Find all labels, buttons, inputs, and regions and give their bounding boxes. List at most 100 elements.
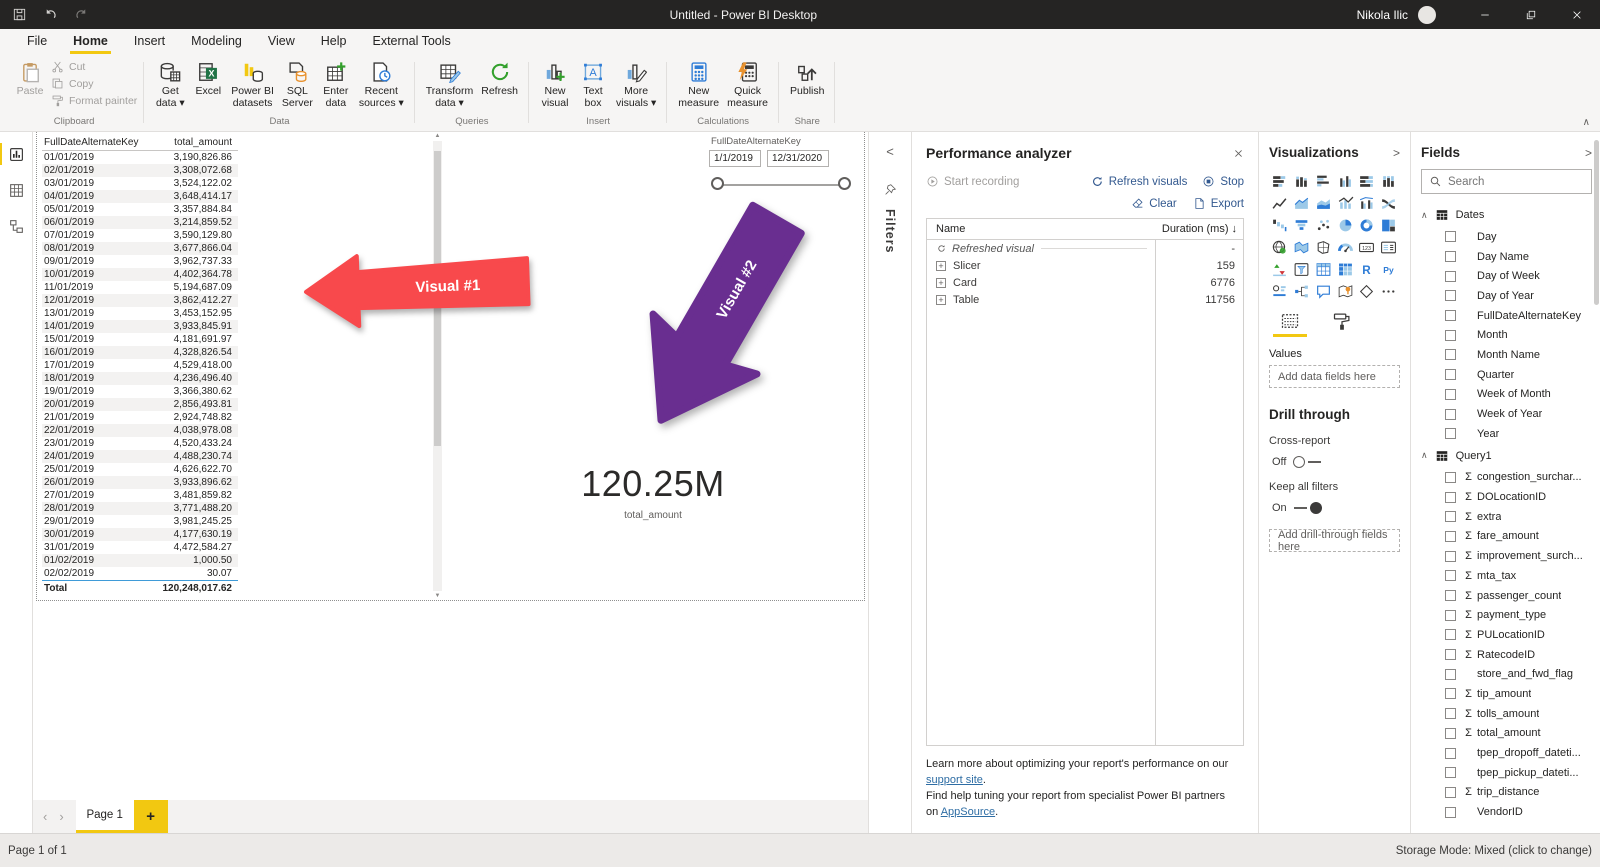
search-input[interactable] <box>1448 175 1584 188</box>
slicer-range-slider[interactable] <box>709 176 851 196</box>
field-checkbox[interactable] <box>1445 428 1456 440</box>
collapse-icon[interactable]: ∧ <box>1421 210 1428 221</box>
field-checkbox[interactable] <box>1445 290 1456 302</box>
restore-button[interactable] <box>1508 0 1554 29</box>
field-checkbox[interactable] <box>1445 251 1456 263</box>
field-table-dates[interactable]: ∧ Dates <box>1421 203 1592 227</box>
field-vendorid[interactable]: VendorID <box>1421 802 1592 822</box>
minimize-button[interactable] <box>1462 0 1508 29</box>
field-day-name[interactable]: Day Name <box>1421 247 1592 267</box>
table-col-amount[interactable]: total_amount <box>146 136 234 150</box>
tab-format[interactable] <box>1325 310 1359 337</box>
ribbon-button-enter-data[interactable]: Enter data <box>317 57 355 110</box>
ribbon-button-new-measure[interactable]: New measure <box>674 57 723 110</box>
field-pulocationid[interactable]: Σ PULocationID <box>1421 625 1592 645</box>
field-checkbox[interactable] <box>1445 388 1456 400</box>
refresh-visuals-button[interactable]: Refresh visuals <box>1091 175 1187 188</box>
field-checkbox[interactable] <box>1445 747 1456 759</box>
field-month[interactable]: Month <box>1421 325 1592 345</box>
ribbon-button-refresh[interactable]: Refresh <box>477 57 522 98</box>
field-checkbox[interactable] <box>1445 471 1456 483</box>
ribbon-button-power-bi-datasets[interactable]: Power BI datasets <box>227 57 278 110</box>
scroll-up-icon[interactable]: ▲ <box>433 133 442 139</box>
field-day-of-year[interactable]: Day of Year <box>1421 286 1592 306</box>
decomposition-tree-icon[interactable] <box>1291 281 1312 301</box>
ribbon-button-excel[interactable]: X Excel <box>189 57 227 98</box>
field-extra[interactable]: Σextra <box>1421 507 1592 527</box>
collapse-fields-icon[interactable]: > <box>1585 146 1592 160</box>
field-tpep-dropoff-dateti[interactable]: tpep_dropoff_dateti... <box>1421 743 1592 763</box>
start-recording-button[interactable]: Start recording <box>926 175 1019 188</box>
field-fare-amount[interactable]: Σfare_amount <box>1421 527 1592 547</box>
field-checkbox[interactable] <box>1445 649 1456 661</box>
field-ratecodeid[interactable]: Σ RatecodeID <box>1421 645 1592 665</box>
data-view-button[interactable] <box>0 176 32 204</box>
signed-in-user[interactable]: Nikola Ilic <box>1357 8 1408 22</box>
field-checkbox[interactable] <box>1445 310 1456 322</box>
prev-page-icon[interactable]: ‹ <box>43 809 47 824</box>
field-checkbox[interactable] <box>1445 590 1456 602</box>
field-checkbox[interactable] <box>1445 708 1456 720</box>
python-visual-icon[interactable]: Py <box>1378 259 1399 279</box>
field-checkbox[interactable] <box>1445 570 1456 582</box>
table-col-date[interactable]: FullDateAlternateKey <box>42 136 146 150</box>
table-scrollbar[interactable]: ▲ ▼ <box>433 133 442 599</box>
field-week-of-month[interactable]: Week of Month <box>1421 385 1592 405</box>
ribbon-button-more-visuals[interactable]: More visuals ▾ <box>612 57 660 110</box>
field-day[interactable]: Day <box>1421 227 1592 247</box>
export-button[interactable]: Export <box>1193 197 1244 210</box>
slicer-visual[interactable]: FullDateAlternateKey <box>709 136 851 196</box>
slider-handle-start[interactable] <box>711 177 724 190</box>
ribbon-collapse-icon[interactable]: ∧ <box>1583 117 1590 128</box>
ribbon-chart-icon[interactable] <box>1378 193 1399 213</box>
stop-button[interactable]: Stop <box>1202 175 1244 188</box>
multi-row-card-icon[interactable] <box>1378 237 1399 257</box>
field-checkbox[interactable] <box>1445 408 1456 420</box>
field-year[interactable]: Year <box>1421 424 1592 444</box>
gauge-icon[interactable] <box>1335 237 1356 257</box>
slicer-icon[interactable] <box>1291 259 1312 279</box>
filters-pin-icon[interactable] <box>883 183 897 197</box>
field-payment-type[interactable]: Σpayment_type <box>1421 605 1592 625</box>
scroll-down-icon[interactable]: ▼ <box>433 593 442 599</box>
card-visual[interactable]: 120.25M total_amount <box>553 463 753 521</box>
ribbon-button-paste[interactable]: Paste <box>11 57 49 98</box>
menu-item-help[interactable]: Help <box>308 29 360 54</box>
field-day-of-week[interactable]: Day of Week <box>1421 266 1592 286</box>
expand-filters-icon[interactable]: < <box>886 144 894 159</box>
perf-row-card[interactable]: + Card 6776 <box>927 274 1243 291</box>
more-visuals-icon[interactable] <box>1378 281 1399 301</box>
field-fulldatealternatekey[interactable]: FullDateAlternateKey <box>1421 306 1592 326</box>
appsource-link[interactable]: AppSource <box>941 806 995 818</box>
field-month-name[interactable]: Month Name <box>1421 345 1592 365</box>
treemap-icon[interactable] <box>1378 215 1399 235</box>
map-icon[interactable] <box>1269 237 1290 257</box>
ribbon-button-text-box[interactable]: A Text box <box>574 57 612 110</box>
ribbon-button-get-data[interactable]: Get data ▾ <box>151 57 189 110</box>
ribbon-button-new-visual[interactable]: New visual <box>536 57 574 110</box>
new-page-button[interactable]: + <box>133 800 168 833</box>
field-checkbox[interactable] <box>1445 668 1456 680</box>
purple-arrow-shape[interactable]: Visual #2 <box>630 198 810 458</box>
scatter-chart-icon[interactable] <box>1313 215 1334 235</box>
field-passenger-count[interactable]: Σpassenger_count <box>1421 586 1592 606</box>
field-checkbox[interactable] <box>1445 727 1456 739</box>
save-icon[interactable] <box>12 7 27 22</box>
ribbon-button-quick-measure[interactable]: Quick measure <box>723 57 772 110</box>
tab-fields[interactable] <box>1273 310 1307 337</box>
keep-all-filters-toggle[interactable]: On <box>1269 502 1400 514</box>
field-checkbox[interactable] <box>1445 491 1456 503</box>
next-page-icon[interactable]: › <box>59 809 63 824</box>
shape-map-icon[interactable] <box>1313 237 1334 257</box>
menu-item-file[interactable]: File <box>14 29 60 54</box>
r-script-visual-icon[interactable]: R <box>1356 259 1377 279</box>
close-button[interactable] <box>1554 0 1600 29</box>
field-checkbox[interactable] <box>1445 511 1456 523</box>
pie-chart-icon[interactable] <box>1335 215 1356 235</box>
field-checkbox[interactable] <box>1445 349 1456 361</box>
field-tip-amount[interactable]: Σtip_amount <box>1421 684 1592 704</box>
page-tab[interactable]: Page 1 <box>75 800 134 833</box>
field-checkbox[interactable] <box>1445 688 1456 700</box>
undo-icon[interactable] <box>43 7 58 22</box>
fields-scrollbar[interactable] <box>1594 140 1599 305</box>
